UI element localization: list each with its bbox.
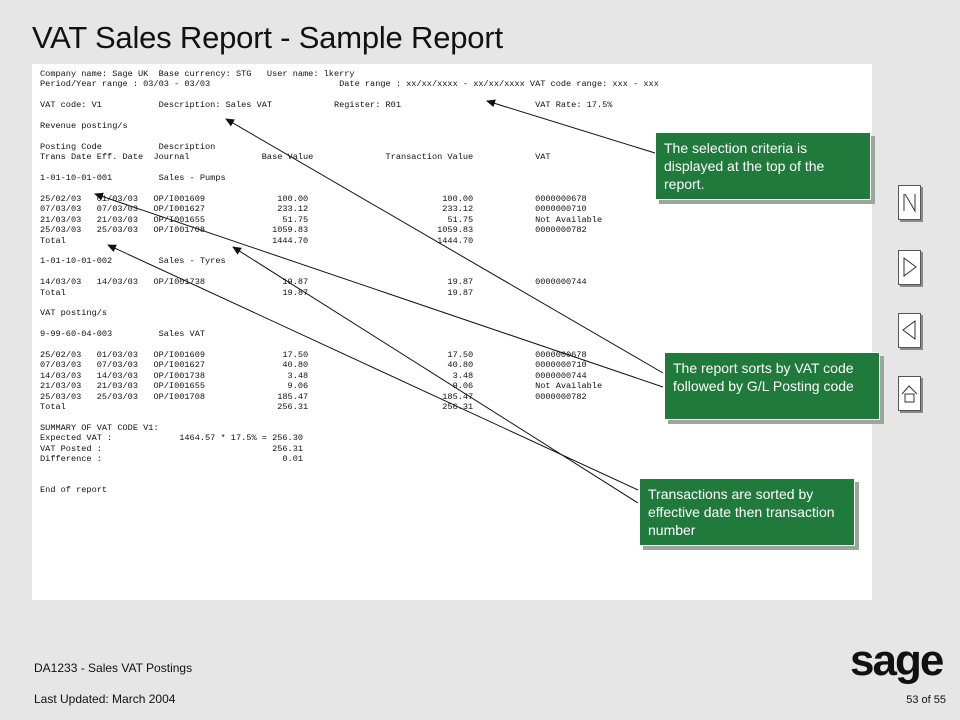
report-line: 07/03/03 07/03/03 OP/I001627 40.80 40.80… <box>40 360 587 371</box>
report-line: 25/02/03 01/03/03 OP/I001609 17.50 17.50… <box>40 349 587 360</box>
report-line: VAT posting/s <box>40 308 108 319</box>
report-line: 25/02/03 01/03/03 OP/I001609 100.00 100.… <box>40 193 587 204</box>
report-line: Total 19.87 19.87 <box>40 287 474 298</box>
next-page-icon <box>903 257 917 277</box>
report-text: Company name: Sage UK Base currency: STG… <box>40 69 659 496</box>
callout-selection-criteria: The selection criteria is displayed at t… <box>655 132 871 200</box>
report-line: 07/03/03 07/03/03 OP/I001627 233.12 233.… <box>40 204 587 215</box>
home-icon <box>901 385 918 403</box>
report-line: Total 256.31 256.31 <box>40 402 474 412</box>
previous-page-icon <box>902 320 916 340</box>
report-line: 1-01-10-01-001 Sales - Pumps <box>40 173 226 184</box>
report-line: 14/03/03 14/03/03 OP/I001738 3.48 3.48 0… <box>40 370 587 381</box>
report-line: 21/03/03 21/03/03 OP/I001655 51.75 51.75… <box>40 214 603 225</box>
callout-sort-vat-code: The report sorts by VAT code followed by… <box>664 352 880 420</box>
first-page-button[interactable] <box>898 185 921 220</box>
report-line: End of report <box>40 485 108 496</box>
footer-course-title: DA1233 - Sales VAT Postings <box>34 661 193 675</box>
report-line: 1-01-10-01-002 Sales - Tyres <box>40 256 226 267</box>
report-line: Trans Date Eff. Date Journal Base Value … <box>40 152 551 163</box>
page-title: VAT Sales Report - Sample Report <box>32 20 503 55</box>
report-line: Company name: Sage UK Base currency: STG… <box>40 69 355 79</box>
page-number: 53 of 55 <box>906 694 946 706</box>
report-line: 21/03/03 21/03/03 OP/I001655 9.06 9.06 N… <box>40 381 603 392</box>
home-button[interactable] <box>898 376 921 411</box>
next-page-button[interactable] <box>898 250 921 285</box>
report-line: 25/03/03 25/03/03 OP/I001708 185.47 185.… <box>40 391 587 402</box>
report-line: Posting Code Description <box>40 141 216 152</box>
report-line: 25/03/03 25/03/03 OP/I001708 1059.83 105… <box>40 225 587 236</box>
first-page-icon <box>903 193 916 213</box>
report-line: Period/Year range : 03/03 - 03/03 Date r… <box>40 79 659 90</box>
report-line: VAT code: V1 Description: Sales VAT Regi… <box>40 100 613 111</box>
report-line: Expected VAT : 1464.57 * 17.5% = 256.30 <box>40 433 304 444</box>
sage-logo: sage <box>850 636 944 685</box>
callout-sort-effective-date: Transactions are sorted by effective dat… <box>639 478 855 546</box>
footer-last-updated: Last Updated: March 2004 <box>34 692 176 706</box>
report-line: Total 1444.70 1444.70 <box>40 235 474 246</box>
report-line: 14/03/03 14/03/03 OP/I001738 19.87 19.87… <box>40 277 587 288</box>
report-line: SUMMARY OF VAT CODE V1: <box>40 422 159 433</box>
report-line: 9-99-60-04-003 Sales VAT <box>40 329 206 340</box>
report-line: Difference : 0.01 <box>40 454 304 465</box>
previous-page-button[interactable] <box>898 313 921 348</box>
report-line: VAT Posted : 256.31 <box>40 443 304 454</box>
report-line: Revenue posting/s <box>40 121 128 132</box>
